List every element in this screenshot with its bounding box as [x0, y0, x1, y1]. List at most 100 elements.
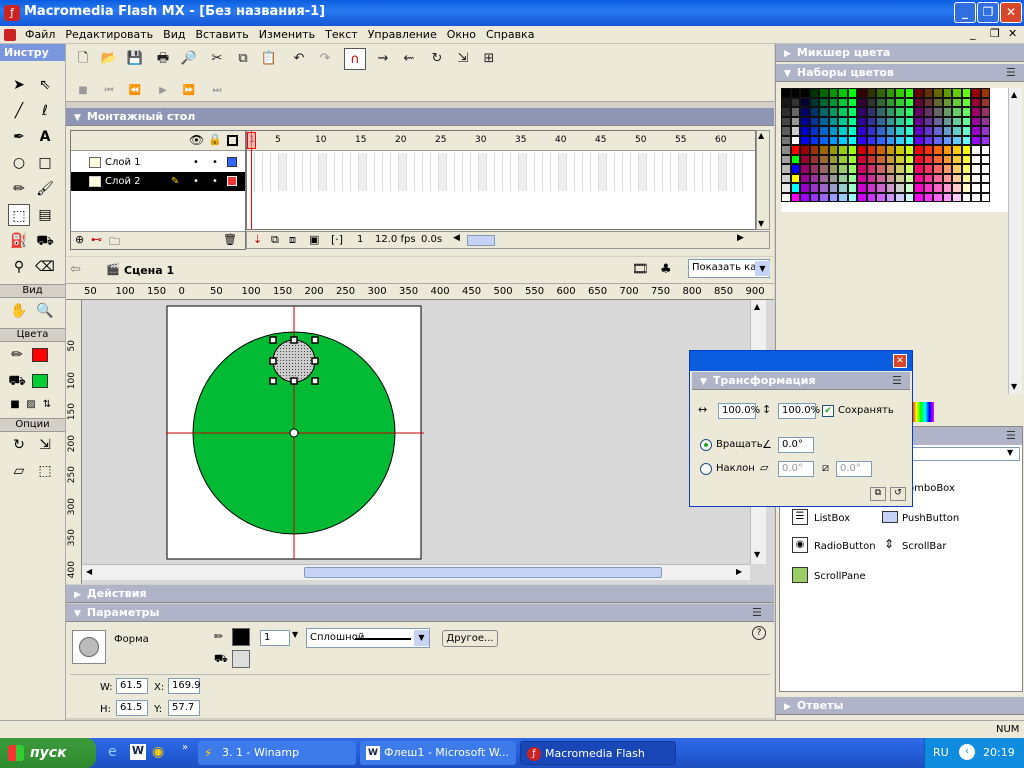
frame-cell[interactable]	[295, 153, 303, 172]
frame-cell[interactable]	[479, 172, 487, 191]
frame-cell[interactable]	[335, 172, 343, 191]
color-swatch[interactable]	[942, 97, 952, 107]
frame-cell[interactable]	[375, 153, 383, 172]
color-swatch[interactable]	[923, 116, 933, 126]
timeline-header[interactable]: ▼ Монтажный стол	[66, 108, 774, 126]
menu-view[interactable]: Вид	[158, 26, 190, 44]
frame-cell[interactable]	[551, 172, 559, 191]
color-swatch[interactable]	[809, 135, 819, 145]
color-swatch[interactable]	[952, 154, 962, 164]
frame-cell[interactable]	[679, 153, 687, 172]
frame-cell[interactable]	[351, 172, 359, 191]
dropdown-arrow-icon[interactable]: ▼	[1007, 448, 1013, 457]
color-swatch[interactable]	[971, 183, 981, 193]
arrow-tool-icon[interactable]: ➤	[8, 74, 30, 96]
h-scroll-right-icon[interactable]: ▶	[737, 233, 744, 243]
stroke-style-select[interactable]: Сплошной ▼	[306, 628, 430, 648]
media-quicklaunch-icon[interactable]: ◉	[152, 744, 164, 760]
color-swatch[interactable]	[885, 145, 895, 155]
hand-tool-icon[interactable]: ✋	[8, 300, 30, 322]
frame-cell[interactable]	[703, 153, 711, 172]
component-radiobutton[interactable]: RadioButton	[814, 541, 876, 552]
w-input[interactable]: 61.5	[116, 678, 148, 694]
pen-tool-icon[interactable]: ✒	[8, 126, 30, 148]
eyedropper-tool-icon[interactable]: ⚲	[8, 256, 30, 278]
rotate-radio[interactable]	[700, 439, 712, 451]
frame-cell[interactable]	[575, 172, 583, 191]
edit-scene-icon[interactable]: 🎞	[632, 262, 649, 277]
color-swatch[interactable]	[942, 154, 952, 164]
copy-and-apply-icon[interactable]: ⧉	[870, 487, 886, 501]
color-swatch[interactable]	[895, 145, 905, 155]
stroke-color-swatch[interactable]	[32, 348, 48, 362]
color-swatch[interactable]	[809, 154, 819, 164]
task-winamp[interactable]: ⚡ 3. 1 - Winamp	[198, 741, 356, 765]
color-swatch[interactable]	[847, 116, 857, 126]
scroll-up-icon[interactable]: ▲	[1011, 90, 1017, 99]
color-swatch[interactable]	[809, 116, 819, 126]
color-swatch[interactable]	[971, 116, 981, 126]
color-swatch[interactable]	[923, 145, 933, 155]
color-swatch[interactable]	[914, 145, 924, 155]
color-swatch[interactable]	[923, 164, 933, 174]
help-icon[interactable]: ?	[752, 626, 766, 640]
frame-cell[interactable]	[471, 153, 479, 172]
frame-cell[interactable]	[527, 172, 535, 191]
color-swatch[interactable]	[790, 97, 800, 107]
color-swatch[interactable]	[800, 97, 810, 107]
color-swatch[interactable]	[876, 135, 886, 145]
expand-arrow-icon[interactable]: ▶	[784, 45, 791, 63]
color-swatch[interactable]	[876, 192, 886, 202]
color-swatch[interactable]	[800, 116, 810, 126]
color-swatch[interactable]	[857, 107, 867, 117]
frame-cell[interactable]	[439, 153, 447, 172]
eye-icon[interactable]: 👁	[189, 133, 204, 147]
color-swatch[interactable]	[800, 107, 810, 117]
color-swatch[interactable]	[895, 173, 905, 183]
frame-cell[interactable]	[271, 153, 279, 172]
color-swatch[interactable]	[961, 183, 971, 193]
doc-restore-button[interactable]: ❐	[990, 27, 1000, 40]
color-swatch[interactable]	[866, 154, 876, 164]
color-swatch[interactable]	[933, 116, 943, 126]
paste-icon[interactable]: 📋	[258, 48, 280, 70]
skew-v-input[interactable]: 0.0°	[836, 461, 872, 477]
gradient-strip[interactable]	[912, 402, 934, 422]
color-swatch[interactable]	[961, 173, 971, 183]
delete-layer-icon[interactable]: 🗑	[223, 233, 237, 246]
panel-menu-icon[interactable]: ☰	[892, 372, 902, 390]
color-swatch[interactable]	[980, 173, 990, 183]
frame-cell[interactable]	[311, 153, 319, 172]
color-swatch[interactable]	[961, 126, 971, 136]
height-percent-input[interactable]: 100.0%	[778, 403, 820, 419]
color-swatch[interactable]	[838, 192, 848, 202]
color-swatch[interactable]	[885, 173, 895, 183]
doc-close-button[interactable]: ✕	[1008, 27, 1017, 40]
frame-cell[interactable]	[599, 172, 607, 191]
task-flash[interactable]: ƒ Macromedia Flash MX...	[520, 741, 676, 765]
color-swatch[interactable]	[952, 173, 962, 183]
color-swatch[interactable]	[838, 183, 848, 193]
color-swatch[interactable]	[952, 97, 962, 107]
color-swatch[interactable]	[980, 88, 990, 98]
play-icon[interactable]: ▶	[152, 80, 174, 102]
scale-icon[interactable]: ⇲	[452, 48, 474, 70]
color-swatch[interactable]	[781, 88, 791, 98]
frame-cell[interactable]	[479, 153, 487, 172]
fps-value[interactable]: 12.0 fps	[375, 234, 416, 245]
frame-cell[interactable]	[367, 172, 375, 191]
color-swatch[interactable]	[933, 97, 943, 107]
frame-cell[interactable]	[519, 153, 527, 172]
color-swatch[interactable]	[961, 192, 971, 202]
visible-dot-icon[interactable]: •	[193, 172, 199, 191]
redo-icon[interactable]: ↷	[314, 48, 336, 70]
color-swatch[interactable]	[923, 107, 933, 117]
frame-cell[interactable]	[543, 153, 551, 172]
color-swatch[interactable]	[781, 164, 791, 174]
params-panel-header[interactable]: ▼ Параметры ☰	[66, 604, 774, 622]
color-swatch[interactable]	[847, 107, 857, 117]
frame-cell[interactable]	[383, 172, 391, 191]
brush-tool-icon[interactable]: 🖌	[34, 178, 56, 200]
color-swatch[interactable]	[838, 154, 848, 164]
rotate-option-icon[interactable]: ↻	[8, 434, 30, 456]
